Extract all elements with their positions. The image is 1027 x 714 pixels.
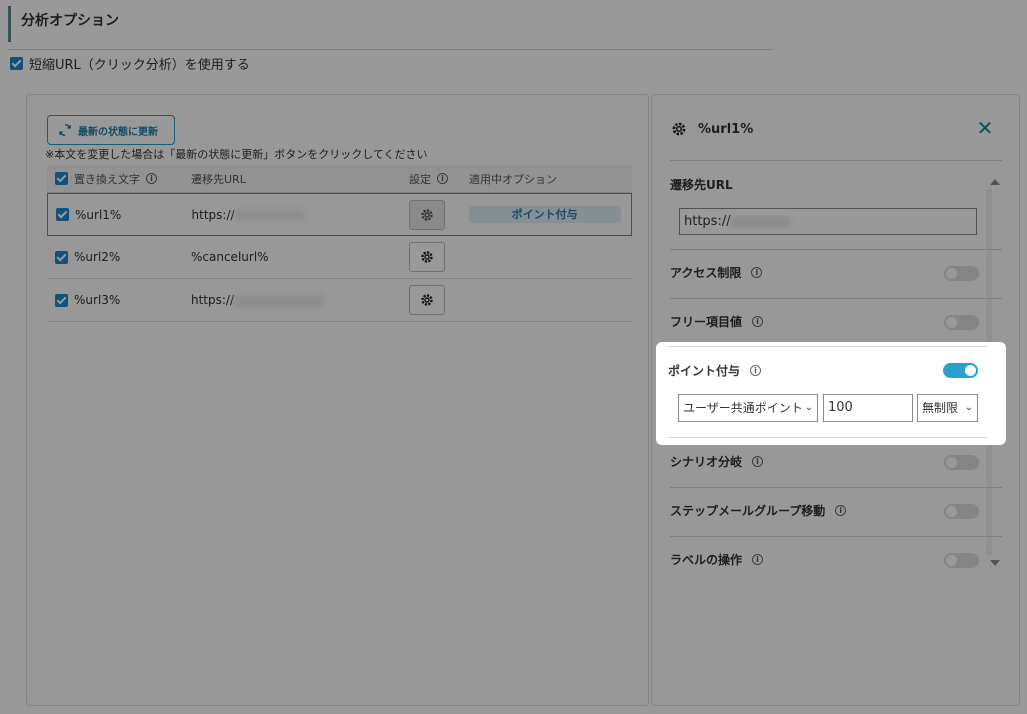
toggle-scenario-branch[interactable] — [944, 455, 979, 470]
section-divider — [8, 49, 773, 50]
option-step-mail-group: ステップメールグループ移動 i — [670, 502, 847, 519]
short-url-label: 短縮URL（クリック分析）を使用する — [29, 57, 250, 73]
gear-icon — [421, 294, 433, 306]
info-icon[interactable]: i — [437, 173, 448, 184]
table-header: 置き換え文字 i 遷移先URL 設定 i 適用中オプション — [47, 165, 632, 193]
refresh-icon — [59, 123, 71, 137]
option-point: ポイント付与 i — [668, 362, 762, 379]
row-url: https:// — [191, 207, 235, 222]
chevron-down-icon: ⌄ — [964, 402, 973, 413]
info-icon[interactable]: i — [751, 267, 763, 278]
point-type-select[interactable]: ユーザー共通ポイント ⌄ — [678, 394, 818, 422]
row-checkbox[interactable] — [55, 250, 68, 264]
row-checkbox[interactable] — [56, 208, 69, 221]
info-icon[interactable]: i — [750, 365, 762, 376]
row-settings-button[interactable] — [409, 242, 445, 272]
settings-header: %url1% — [670, 119, 1000, 139]
redacted-url — [730, 215, 791, 228]
info-icon[interactable]: i — [752, 554, 764, 565]
gear-icon — [421, 251, 433, 263]
url-table: 置き換え文字 i 遷移先URL 設定 i 適用中オプション %url1% htt… — [47, 165, 632, 322]
row-key: %url2% — [74, 250, 121, 264]
divider — [670, 249, 1002, 250]
settings-title: %url1% — [698, 121, 754, 137]
info-icon[interactable]: i — [752, 316, 764, 327]
gear-icon — [672, 122, 686, 136]
row-url: %cancelurl% — [191, 250, 269, 264]
divider — [670, 487, 1002, 488]
point-limit-select[interactable]: 無制限 ⌄ — [917, 394, 978, 422]
scroll-down-icon[interactable] — [990, 560, 1000, 566]
short-url-option[interactable]: 短縮URL（クリック分析）を使用する — [10, 54, 250, 73]
option-scenario-branch: シナリオ分岐 i — [670, 453, 764, 470]
divider — [668, 437, 987, 438]
redacted-url — [234, 209, 305, 221]
point-amount-input[interactable]: 100 — [823, 394, 913, 422]
row-settings-button[interactable] — [409, 285, 445, 315]
info-icon[interactable]: i — [835, 505, 847, 516]
option-access-limit: アクセス制限 i — [670, 264, 763, 281]
table-row[interactable]: %url1% https:// ポイント付与 — [47, 193, 632, 236]
toggle-step-mail-group[interactable] — [944, 504, 979, 519]
option-badge: ポイント付与 — [468, 205, 621, 223]
table-row[interactable]: %url2% %cancelurl% — [47, 236, 632, 279]
toggle-label-operation[interactable] — [944, 553, 979, 568]
row-url: https:// — [191, 293, 235, 307]
table-row[interactable]: %url3% https:// — [47, 279, 632, 322]
row-key: %url3% — [74, 293, 121, 307]
url-list-panel: 最新の状態に更新 ※本文を変更した場合は「最新の状態に更新」ボタンをクリックして… — [26, 94, 649, 706]
header-settings: 設定 — [409, 172, 431, 186]
gear-icon — [421, 208, 433, 221]
refresh-button-label: 最新の状態に更新 — [78, 126, 158, 138]
url-field[interactable]: https:// — [679, 208, 977, 235]
info-icon[interactable]: i — [752, 456, 764, 467]
option-label-operation: ラベルの操作 i — [670, 551, 764, 568]
header-replace: 置き換え文字 — [74, 172, 140, 186]
short-url-checkbox[interactable] — [10, 56, 23, 70]
select-all-checkbox[interactable] — [55, 172, 68, 185]
row-checkbox[interactable] — [55, 293, 68, 307]
scroll-up-icon[interactable] — [990, 179, 1000, 185]
toggle-free-item[interactable] — [944, 315, 979, 330]
divider — [668, 346, 987, 347]
refresh-notice: ※本文を変更した場合は「最新の状態に更新」ボタンをクリックしてください — [45, 148, 428, 161]
chevron-down-icon: ⌄ — [804, 402, 813, 413]
header-options: 適用中オプション — [469, 172, 557, 186]
toggle-point[interactable] — [943, 363, 978, 378]
divider — [670, 536, 1002, 537]
close-icon[interactable]: ✕ — [976, 118, 994, 138]
option-free-item: フリー項目値 i — [670, 313, 764, 330]
header-url: 遷移先URL — [191, 172, 246, 186]
redacted-url — [234, 294, 325, 307]
divider — [670, 298, 1002, 299]
section-title: 分析オプション — [8, 6, 773, 42]
toggle-access-limit[interactable] — [944, 266, 979, 281]
divider — [670, 160, 1002, 161]
refresh-button[interactable]: 最新の状態に更新 — [47, 115, 175, 145]
point-option-highlight: ポイント付与 i ユーザー共通ポイント ⌄ 100 無制限 ⌄ — [656, 342, 1006, 445]
info-icon[interactable]: i — [146, 173, 157, 184]
row-key: %url1% — [75, 207, 122, 222]
url-label: 遷移先URL — [670, 178, 733, 192]
row-settings-button[interactable] — [408, 199, 445, 230]
